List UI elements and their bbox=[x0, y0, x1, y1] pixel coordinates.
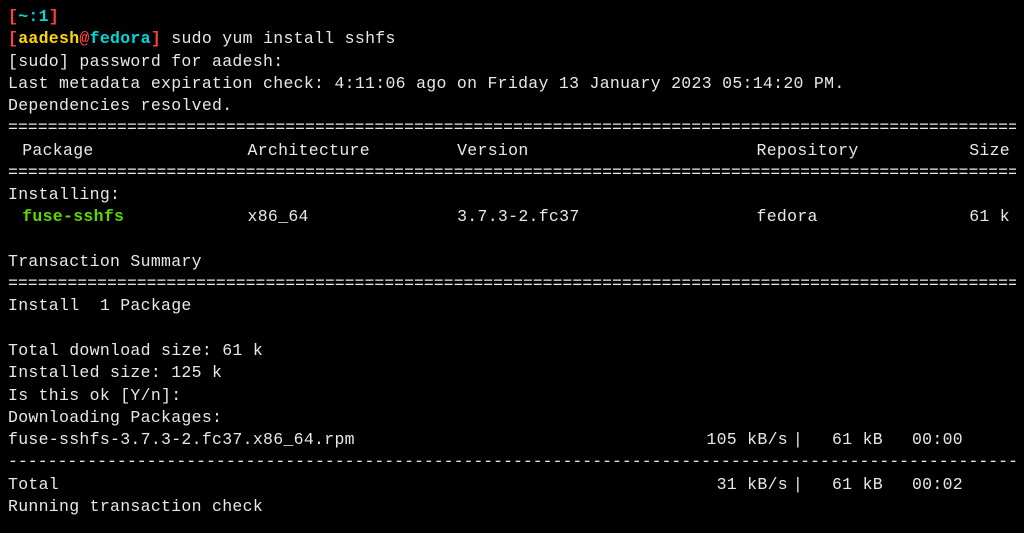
divider-summary: ========================================… bbox=[8, 273, 1016, 295]
total-size: 61 kB bbox=[808, 474, 883, 496]
confirm-prompt[interactable]: Is this ok [Y/n]: bbox=[8, 385, 1016, 407]
divider-downloads: ----------------------------------------… bbox=[8, 451, 1016, 473]
total-time: 00:02 bbox=[883, 474, 983, 496]
prompt-line-2: [aadesh@fedora] sudo yum install sshfs bbox=[8, 28, 1016, 50]
header-package: Package bbox=[8, 140, 248, 162]
prompt-host: fedora bbox=[90, 29, 151, 48]
prompt-num: 1 bbox=[39, 7, 49, 26]
download-speed: 105 kB/s bbox=[678, 429, 788, 451]
download-time: 00:00 bbox=[883, 429, 983, 451]
blank-line-2 bbox=[8, 318, 1016, 340]
bracket-open-2: [ bbox=[8, 29, 18, 48]
download-size: 61 kB bbox=[808, 429, 883, 451]
sudo-prompt: [sudo] password for aadesh: bbox=[8, 51, 1016, 73]
deps-resolved-line: Dependencies resolved. bbox=[8, 95, 1016, 117]
pkg-version: 3.7.3-2.fc37 bbox=[457, 206, 756, 228]
pkg-repo: fedora bbox=[757, 206, 947, 228]
header-architecture: Architecture bbox=[248, 140, 458, 162]
running-check-line: Running transaction check bbox=[8, 496, 1016, 518]
header-version: Version bbox=[457, 140, 756, 162]
prompt-user: aadesh bbox=[18, 29, 79, 48]
prompt-path: ~: bbox=[18, 7, 38, 26]
divider-top: ========================================… bbox=[8, 117, 1016, 139]
download-filename: fuse-sshfs-3.7.3-2.fc37.x86_64.rpm bbox=[8, 429, 678, 451]
download-progress-row: fuse-sshfs-3.7.3-2.fc37.x86_64.rpm 105 k… bbox=[8, 429, 1016, 451]
total-speed: 31 kB/s bbox=[678, 474, 788, 496]
download-size-line: Total download size: 61 k bbox=[8, 340, 1016, 362]
bracket-close-2: ] bbox=[151, 29, 161, 48]
total-sep: | bbox=[788, 474, 808, 496]
metadata-check-line: Last metadata expiration check: 4:11:06 … bbox=[8, 73, 1016, 95]
header-size: Size bbox=[946, 140, 1016, 162]
prompt-at: @ bbox=[79, 29, 89, 48]
download-sep: | bbox=[788, 429, 808, 451]
pkg-name: fuse-sshfs bbox=[8, 206, 248, 228]
header-repository: Repository bbox=[757, 140, 947, 162]
pkg-size: 61 k bbox=[946, 206, 1016, 228]
transaction-summary-label: Transaction Summary bbox=[8, 251, 1016, 273]
total-row: Total 31 kB/s | 61 kB 00:02 bbox=[8, 474, 1016, 496]
total-label: Total bbox=[8, 474, 678, 496]
command-text: sudo yum install sshfs bbox=[171, 29, 395, 48]
installing-label: Installing: bbox=[8, 184, 1016, 206]
terminal-output[interactable]: [~:1] [aadesh@fedora] sudo yum install s… bbox=[8, 6, 1016, 518]
install-count: Install 1 Package bbox=[8, 295, 1016, 317]
bracket-close: ] bbox=[49, 7, 59, 26]
package-row: fuse-sshfs x86_64 3.7.3-2.fc37 fedora 61… bbox=[8, 206, 1016, 228]
prompt-line-1: [~:1] bbox=[8, 6, 1016, 28]
blank-line bbox=[8, 229, 1016, 251]
pkg-arch: x86_64 bbox=[248, 206, 458, 228]
bracket-open: [ bbox=[8, 7, 18, 26]
column-headers: Package Architecture Version Repository … bbox=[8, 140, 1016, 162]
divider-header: ========================================… bbox=[8, 162, 1016, 184]
installed-size-line: Installed size: 125 k bbox=[8, 362, 1016, 384]
downloading-label: Downloading Packages: bbox=[8, 407, 1016, 429]
